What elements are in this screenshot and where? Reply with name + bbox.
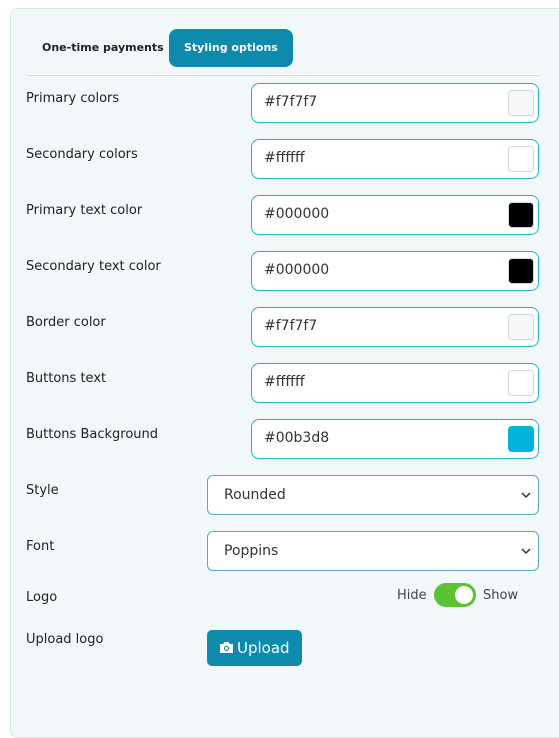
hide-label: Hide: [397, 588, 427, 603]
tab-one-time-payments[interactable]: One-time payments: [27, 29, 179, 67]
show-label: Show: [483, 588, 519, 603]
styling-panel: One-time payments Styling options Primar…: [10, 8, 559, 738]
camera-icon: [220, 642, 233, 653]
buttons-text-swatch[interactable]: [508, 370, 534, 396]
chevron-down-icon: [521, 492, 531, 499]
font-label: Font: [26, 539, 55, 554]
border-color-swatch[interactable]: [508, 314, 534, 340]
upload-logo-label: Upload logo: [26, 632, 104, 647]
secondary-colors-label: Secondary colors: [26, 147, 138, 162]
buttons-background-label: Buttons Background: [26, 427, 159, 442]
border-color-field[interactable]: #f7f7f7: [251, 307, 539, 347]
style-label: Style: [26, 483, 59, 498]
buttons-background-swatch[interactable]: [508, 426, 534, 452]
primary-colors-value: #f7f7f7: [264, 94, 318, 110]
primary-colors-label: Primary colors: [26, 91, 120, 106]
tab-styling-options[interactable]: Styling options: [169, 29, 293, 67]
secondary-text-color-field[interactable]: #000000: [251, 251, 539, 291]
logo-visibility-toggle[interactable]: [434, 583, 476, 607]
border-color-value: #f7f7f7: [264, 318, 318, 334]
upload-button[interactable]: Upload: [207, 630, 302, 666]
primary-colors-swatch[interactable]: [508, 90, 534, 116]
secondary-text-color-value: #000000: [264, 262, 330, 278]
toggle-knob: [455, 586, 473, 604]
buttons-text-field[interactable]: #ffffff: [251, 363, 539, 403]
primary-text-color-value: #000000: [264, 206, 330, 222]
font-select-value: Poppins: [224, 543, 279, 559]
buttons-background-field[interactable]: #00b3d8: [251, 419, 539, 459]
primary-text-color-swatch[interactable]: [508, 202, 534, 228]
buttons-background-value: #00b3d8: [264, 430, 330, 446]
style-select-value: Rounded: [224, 487, 286, 503]
upload-button-label: Upload: [237, 639, 290, 657]
chevron-down-icon: [521, 548, 531, 555]
secondary-colors-swatch[interactable]: [508, 146, 534, 172]
primary-text-color-field[interactable]: #000000: [251, 195, 539, 235]
primary-text-color-label: Primary text color: [26, 203, 143, 218]
tab-bar: One-time payments Styling options: [27, 29, 539, 76]
secondary-text-color-swatch[interactable]: [508, 258, 534, 284]
font-select[interactable]: Poppins: [207, 531, 539, 571]
secondary-text-color-label: Secondary text color: [26, 259, 161, 274]
primary-colors-field[interactable]: #f7f7f7: [251, 83, 539, 123]
logo-label: Logo: [26, 590, 58, 605]
style-select[interactable]: Rounded: [207, 475, 539, 515]
secondary-colors-field[interactable]: #ffffff: [251, 139, 539, 179]
buttons-text-label: Buttons text: [26, 371, 107, 386]
buttons-text-value: #ffffff: [264, 374, 305, 390]
secondary-colors-value: #ffffff: [264, 150, 305, 166]
border-color-label: Border color: [26, 315, 106, 330]
